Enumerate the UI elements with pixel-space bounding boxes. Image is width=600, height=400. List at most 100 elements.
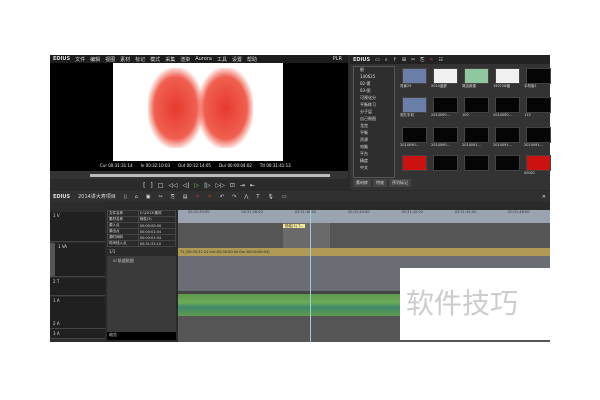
menu-edit[interactable]: 编辑: [90, 56, 100, 63]
tree-item[interactable]: 电脑: [354, 144, 394, 151]
tree-item[interactable]: 龙宫: [354, 123, 394, 130]
set-in-icon[interactable]: [: [143, 182, 145, 189]
menu-capture[interactable]: 采集: [165, 56, 175, 63]
clip-thumbnail[interactable]: 2014090...: [493, 97, 521, 123]
menu-view[interactable]: 视图: [105, 56, 115, 63]
menu-aurora[interactable]: Aurora: [195, 56, 212, 62]
loop-icon[interactable]: ⊡: [230, 182, 235, 189]
clip-thumbnail[interactable]: [400, 154, 428, 180]
view-icon[interactable]: ☷: [438, 57, 442, 63]
bin-window: EDIUS ▭ ⌕ ↑ ⊞ ✂ ⎘ ✕ ☷ 根 140625 02-素 03-图 可视化…: [350, 55, 552, 190]
tree-item[interactable]: 根: [354, 67, 394, 74]
clip-thumbnail[interactable]: 背景25: [400, 68, 428, 94]
clip-thumbnail[interactable]: 简洁新建: [462, 68, 490, 94]
clip-thumbnail[interactable]: 100: [462, 97, 490, 123]
render-icon[interactable]: ▭: [282, 194, 287, 200]
menu-render[interactable]: 渲染: [180, 56, 190, 63]
track-header[interactable]: 2 A: [50, 320, 105, 329]
delete-icon[interactable]: ✕: [195, 194, 199, 200]
copy-icon[interactable]: ⎘: [171, 194, 175, 200]
tab-sequence-markers[interactable]: 序列标记: [389, 179, 411, 187]
tree-item[interactable]: 平衡练习: [354, 102, 394, 109]
tab-bin[interactable]: 素材库: [353, 179, 371, 187]
tree-item[interactable]: 分子层: [354, 109, 394, 116]
clip-thumbnail[interactable]: 112: [524, 97, 552, 123]
tree-item[interactable]: 可视化分: [354, 95, 394, 102]
tab-effects[interactable]: 特效: [373, 179, 387, 187]
ripple-delete-icon[interactable]: ✕: [208, 194, 212, 200]
split-icon[interactable]: ⋀: [244, 194, 248, 200]
clip-thumbnail[interactable]: 2014090...: [400, 126, 428, 152]
tree-item[interactable]: 02-素: [354, 81, 394, 88]
clip-thumbnail[interactable]: 2014090...: [431, 126, 459, 152]
clip-thumbnail[interactable]: [462, 154, 490, 180]
thumbnail-image: [401, 126, 427, 143]
tree-item[interactable]: 平衡: [354, 130, 394, 137]
mic-icon[interactable]: 🎙: [267, 194, 273, 200]
tree-item[interactable]: 自己制图: [354, 116, 394, 123]
save-icon[interactable]: ▣: [146, 194, 151, 200]
tree-item[interactable]: 03-图: [354, 88, 394, 95]
up-icon[interactable]: ↑: [393, 57, 397, 63]
filter-item[interactable]: ☑ 轨道贴图: [107, 256, 176, 266]
scrub-bar[interactable]: [50, 171, 348, 179]
delete-icon[interactable]: ✕: [429, 57, 433, 63]
clip-thumbnail[interactable]: 手机版1: [524, 68, 552, 94]
track-header[interactable]: 2 T: [50, 278, 105, 296]
add-clip-icon[interactable]: ⊞: [402, 57, 406, 63]
cut-icon[interactable]: ✂: [411, 57, 415, 63]
undo-icon[interactable]: ↶: [220, 194, 224, 200]
clip-thumbnail[interactable]: 2014090...: [431, 97, 459, 123]
clip-thumbnail[interactable]: [431, 154, 459, 180]
tree-item[interactable]: 精度: [354, 158, 394, 165]
scrub-track[interactable]: [90, 174, 330, 177]
tree-item[interactable]: 平台: [354, 151, 394, 158]
tree-item[interactable]: 中文: [354, 165, 394, 172]
step-back-icon[interactable]: ◁|: [183, 182, 190, 189]
clip-thumbnail[interactable]: 2014蓝屏: [431, 68, 459, 94]
menu-file[interactable]: 文件: [75, 56, 85, 63]
play-icon[interactable]: ▷: [194, 182, 199, 189]
tree-item[interactable]: 资源: [354, 137, 394, 144]
paste-icon[interactable]: ▤: [183, 194, 188, 200]
tree-item[interactable]: 140625: [354, 74, 394, 81]
menu-clip[interactable]: 素材: [120, 56, 130, 63]
clip-thumbnail[interactable]: 2014091...: [493, 126, 521, 152]
search-icon[interactable]: ⌕: [385, 57, 388, 63]
folder-icon[interactable]: ▭: [375, 57, 380, 63]
set-out-icon[interactable]: ]: [150, 182, 152, 189]
cut-icon[interactable]: ✂: [159, 194, 163, 200]
menu-mode[interactable]: 模式: [150, 56, 160, 63]
open-icon[interactable]: ⌂: [135, 194, 138, 200]
menu-tools[interactable]: 工具: [217, 56, 227, 63]
clip-thumbnail[interactable]: 2014091...: [462, 126, 490, 152]
mode-indicator[interactable]: PLR: [333, 56, 342, 62]
clip-thumbnail[interactable]: 150726福: [493, 68, 521, 94]
timecode-in: In 00:32:10:03: [140, 163, 171, 168]
clip-thumbnail[interactable]: 2014091...: [524, 126, 552, 152]
clip-thumbnail[interactable]: 00001: [524, 154, 552, 180]
title-icon[interactable]: T: [256, 194, 259, 200]
close-icon[interactable]: ✕: [542, 194, 546, 200]
clip-thumbnail[interactable]: [493, 154, 521, 180]
step-forward-icon[interactable]: |▷: [204, 182, 211, 189]
track-header[interactable]: 1 V: [50, 212, 105, 242]
track-header[interactable]: 1 VA: [50, 243, 105, 277]
timeline-ruler[interactable]: 00:31:30:00 00:31:36:00 00:31:38:00 00:31:4…: [178, 210, 550, 223]
fast-forward-icon[interactable]: ▷▷: [216, 182, 225, 189]
menu-marker[interactable]: 标记: [135, 56, 145, 63]
track-header[interactable]: 3 A: [50, 330, 105, 339]
rewind-icon[interactable]: ◁◁: [168, 182, 177, 189]
new-icon[interactable]: ▯: [124, 194, 127, 200]
menu-settings[interactable]: 设置: [232, 56, 242, 63]
title-clip-bar[interactable]: T1 [00:00:31:24 Out:00:00:00:00 Dur:00:0…: [178, 248, 550, 256]
redo-icon[interactable]: ↷: [232, 194, 236, 200]
stop-icon[interactable]: □: [158, 182, 164, 189]
copy-icon[interactable]: ⎘: [420, 57, 424, 63]
menu-help[interactable]: 帮助: [247, 56, 257, 63]
clip-thumbnail[interactable]: 测左手机: [400, 97, 428, 123]
playhead[interactable]: [310, 210, 311, 342]
insert-icon[interactable]: ⇥: [240, 182, 245, 189]
overwrite-icon[interactable]: ⇤: [250, 182, 255, 189]
video-clip[interactable]: 杨俊(3) T...: [283, 223, 330, 248]
